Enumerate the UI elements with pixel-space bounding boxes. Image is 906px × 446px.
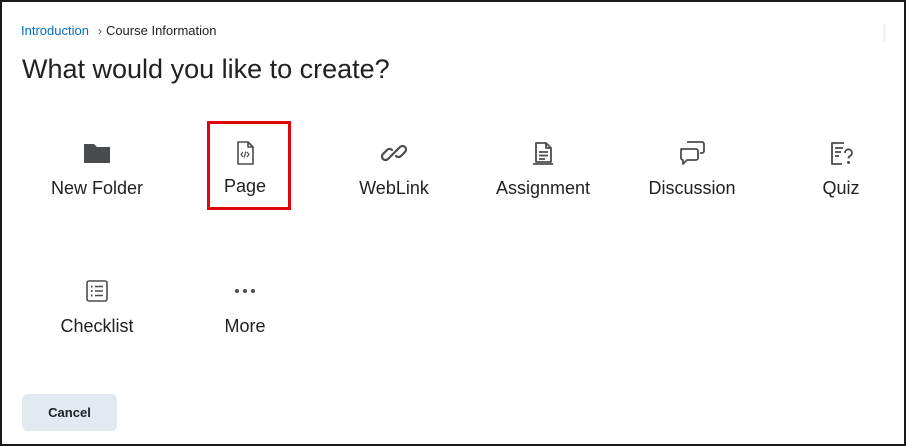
- option-label: Quiz: [822, 178, 860, 198]
- breadcrumb-separator: ›: [97, 23, 102, 38]
- checklist-icon: [82, 276, 112, 306]
- option-page[interactable]: Page: [185, 138, 305, 210]
- option-label: Checklist: [60, 316, 134, 336]
- breadcrumb-link-introduction[interactable]: Introduction: [21, 23, 89, 38]
- breadcrumb: Introduction › Course Information: [21, 23, 217, 38]
- option-label: WebLink: [359, 178, 429, 198]
- option-checklist[interactable]: Checklist: [37, 276, 157, 348]
- folder-icon: [82, 138, 112, 168]
- option-new-folder[interactable]: New Folder: [37, 138, 157, 210]
- option-label: New Folder: [50, 178, 144, 198]
- option-more[interactable]: More: [185, 276, 305, 348]
- option-quiz[interactable]: Quiz: [781, 138, 901, 210]
- breadcrumb-current: Course Information: [105, 23, 217, 38]
- option-label: More: [224, 316, 266, 336]
- scrollbar[interactable]: [883, 24, 886, 42]
- link-icon: [379, 138, 409, 168]
- page-code-icon: [230, 138, 260, 168]
- option-label: Page: [223, 176, 267, 196]
- option-assignment[interactable]: Assignment: [483, 138, 603, 210]
- more-icon: [230, 276, 260, 306]
- option-weblink[interactable]: WebLink: [334, 138, 454, 210]
- dialog-title: What would you like to create?: [22, 54, 390, 84]
- option-label: Discussion: [648, 178, 736, 198]
- quiz-icon: [826, 138, 856, 168]
- create-dialog: Introduction › Course Information What w…: [0, 0, 906, 446]
- option-discussion[interactable]: Discussion: [632, 138, 752, 210]
- discussion-icon: [677, 138, 707, 168]
- cancel-button[interactable]: Cancel: [22, 394, 117, 431]
- option-label: Assignment: [495, 178, 591, 198]
- assignment-icon: [528, 138, 558, 168]
